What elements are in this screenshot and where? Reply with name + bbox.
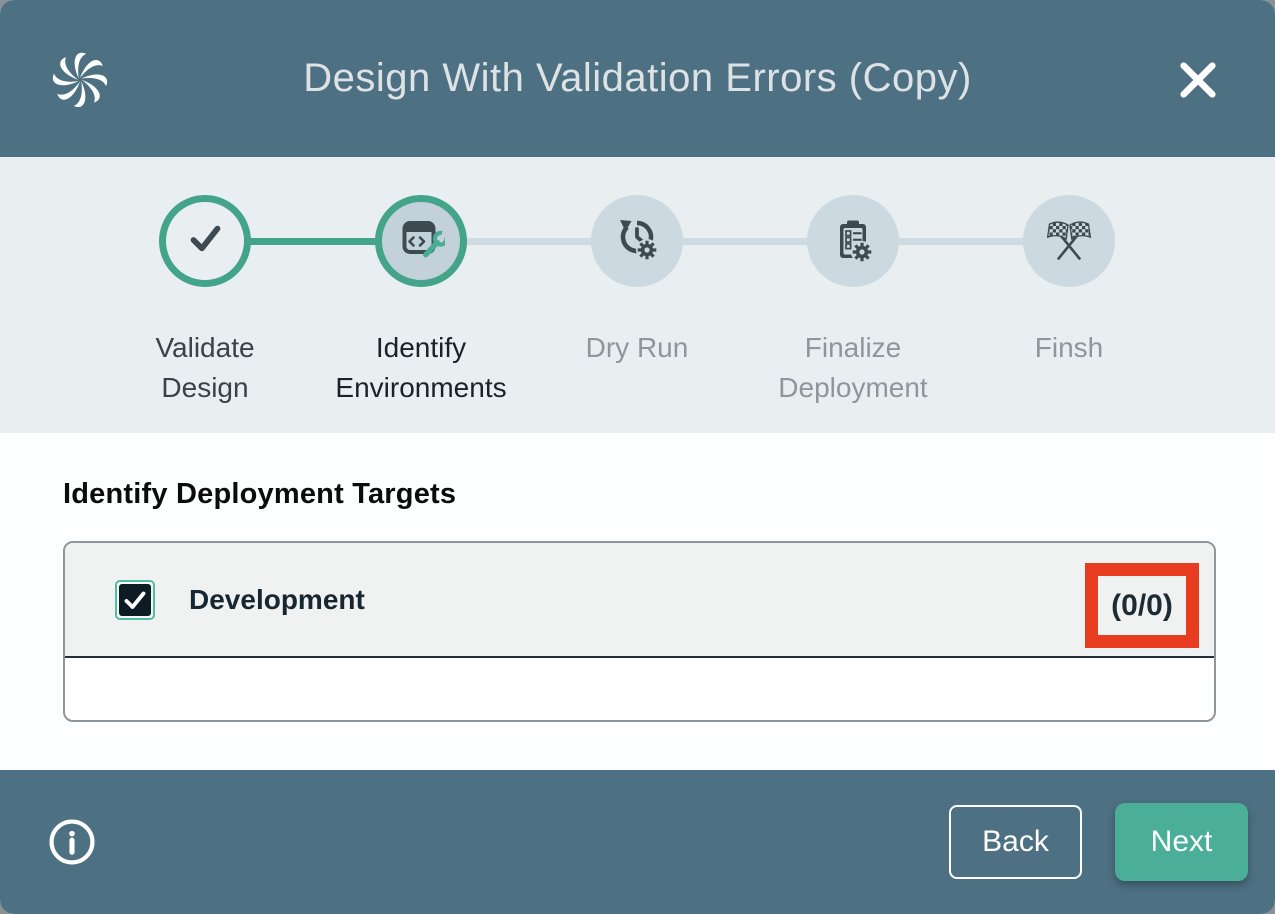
footer-bar: Back Next — [0, 770, 1275, 914]
step-label-dry-run: Dry Run — [529, 328, 745, 408]
header-bar: Design With Validation Errors (Copy) — [0, 0, 1275, 157]
checkered-flags-icon — [1043, 213, 1095, 270]
wizard-stepper: Validate Design Identify Environments Dr… — [0, 157, 1275, 433]
step-circle-validate-design — [159, 195, 251, 287]
target-count: (0/0) — [1111, 589, 1173, 623]
info-icon — [46, 856, 98, 871]
step-circle-dry-run — [591, 195, 683, 287]
close-button[interactable] — [1176, 58, 1220, 102]
code-window-wrench-icon — [397, 215, 445, 268]
connector-1 — [245, 238, 381, 245]
checkbox-check-icon — [119, 584, 151, 616]
check-icon — [180, 214, 230, 269]
stepper-circles — [0, 195, 1275, 287]
target-row-development: Development — [65, 543, 1214, 658]
step-circle-finish — [1023, 195, 1115, 287]
content-heading: Identify Deployment Targets — [63, 478, 1216, 511]
step-label-identify-environments: Identify Environments — [313, 328, 529, 408]
wizard-dialog: Design With Validation Errors (Copy) — [0, 0, 1275, 914]
step-label-validate-design: Validate Design — [97, 328, 313, 408]
development-checkbox[interactable] — [115, 580, 155, 620]
history-gear-icon — [613, 215, 661, 268]
next-button[interactable]: Next — [1115, 803, 1248, 881]
info-button[interactable] — [46, 816, 98, 868]
clipboard-gear-icon — [829, 215, 877, 268]
stepper-labels: Validate Design Identify Environments Dr… — [0, 328, 1275, 408]
step-circle-identify-environments — [375, 195, 467, 287]
step-label-finalize-deployment: Finalize Deployment — [745, 328, 961, 408]
back-button[interactable]: Back — [949, 805, 1082, 879]
deployment-targets-box: Development (0/0) — [63, 541, 1216, 722]
connector-3 — [677, 238, 813, 245]
connector-2 — [461, 238, 597, 245]
dialog-title: Design With Validation Errors (Copy) — [303, 56, 972, 101]
annotation-rectangle: (0/0) — [1085, 563, 1199, 648]
pinwheel-logo-icon — [52, 51, 108, 107]
target-name: Development — [189, 584, 365, 616]
close-icon — [1176, 90, 1220, 105]
step-label-finish: Finsh — [961, 328, 1177, 408]
step-circle-finalize-deployment — [807, 195, 899, 287]
connector-4 — [893, 238, 1029, 245]
step-content: Identify Deployment Targets Development … — [0, 433, 1275, 770]
